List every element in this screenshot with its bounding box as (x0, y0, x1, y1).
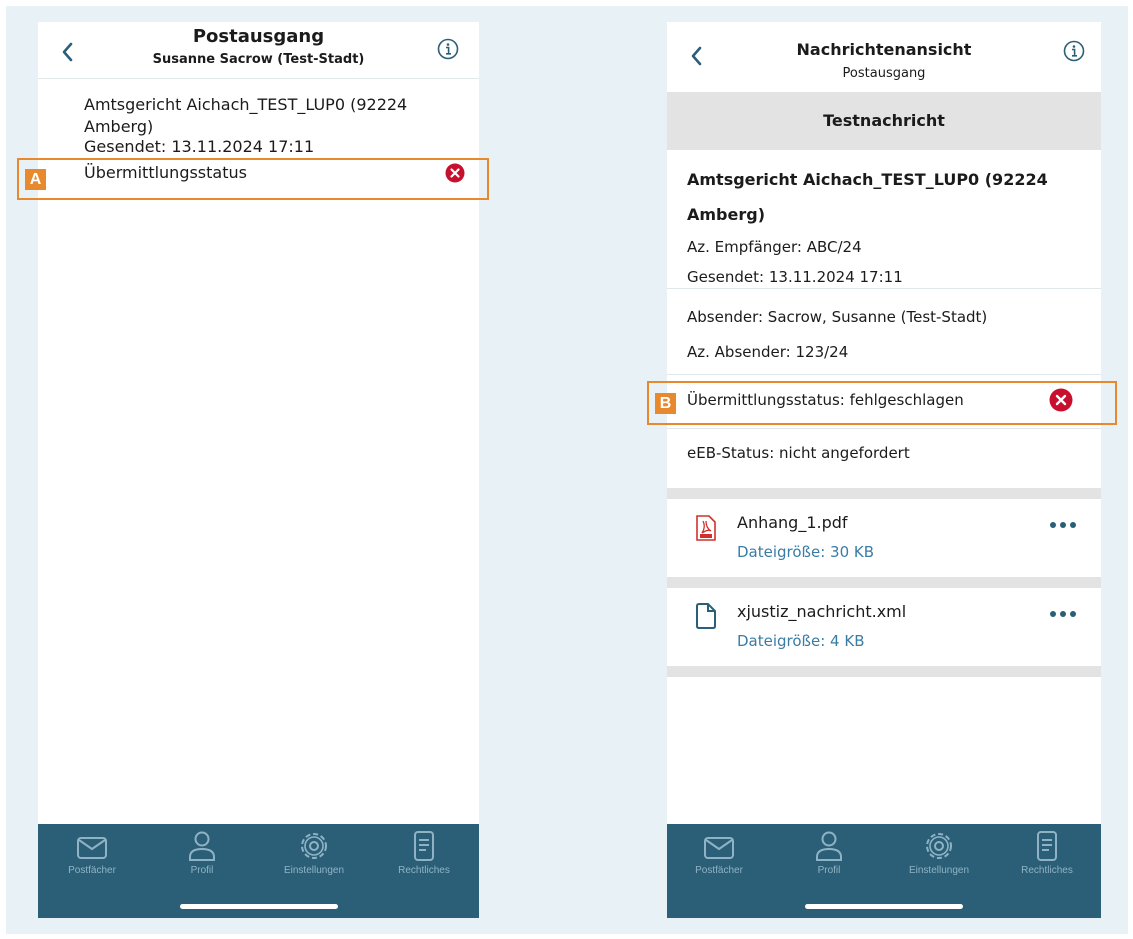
tab-label: Postfächer (68, 865, 116, 876)
section-spacer (667, 666, 1101, 677)
user-icon (816, 831, 842, 861)
section-spacer (667, 488, 1101, 499)
marker-badge-b: B (655, 393, 676, 414)
tab-postfaecher[interactable]: Postfächer (42, 830, 142, 876)
page-title: Postausgang (192, 26, 325, 47)
tab-einstellungen[interactable]: Einstellungen (889, 830, 989, 876)
section-divider (667, 374, 1101, 375)
document-icon (414, 831, 434, 861)
tab-label: Einstellungen (283, 865, 345, 876)
tab-rechtliches[interactable]: Rechtliches (997, 830, 1097, 876)
tab-label: Rechtliches (398, 865, 450, 876)
attachment-size: Dateigröße: 30 KB (737, 543, 875, 561)
marker-badge-a: A (25, 169, 46, 190)
message-subject: Testnachricht (823, 111, 945, 130)
section-divider (667, 428, 1101, 429)
sender-name: Absender: Sacrow, Susanne (Test-Stadt) (687, 308, 988, 326)
more-options-icon[interactable] (1049, 610, 1077, 618)
tab-rechtliches[interactable]: Rechtliches (374, 830, 474, 876)
tab-label: Postfächer (695, 865, 743, 876)
page-subtitle: Postausgang (842, 66, 926, 81)
file-icon (696, 603, 716, 629)
attachment-name: Anhang_1.pdf (737, 513, 848, 532)
message-recipient: Amtsgericht Aichach_TEST_LUP0 (92224 Amb… (84, 95, 408, 136)
user-icon (189, 831, 215, 861)
recipient-name: Amtsgericht Aichach_TEST_LUP0 (92224 Amb… (687, 170, 1048, 224)
eeb-status: eEB-Status: nicht angefordert (687, 444, 910, 462)
tab-label: Profil (190, 865, 214, 876)
postausgang-screen: Postausgang Susanne Sacrow (Test-Stadt) … (38, 22, 479, 918)
message-sent-date: Gesendet: 13.11.2024 17:11 (84, 137, 315, 156)
tab-profil[interactable]: Profil (152, 830, 252, 876)
section-divider (667, 288, 1101, 289)
page-title: Nachrichtenansicht (796, 40, 972, 59)
mail-icon (704, 837, 734, 859)
gear-icon (926, 833, 952, 859)
bottom-tab-bar: Postfächer Profil Einstellungen Rechtlic… (38, 824, 479, 918)
screen-header: Nachrichtenansicht Postausgang (667, 22, 1101, 92)
tab-postfaecher[interactable]: Postfächer (669, 830, 769, 876)
tab-profil[interactable]: Profil (779, 830, 879, 876)
page-subtitle: Susanne Sacrow (Test-Stadt) (152, 52, 365, 67)
home-indicator (179, 904, 338, 909)
more-options-icon[interactable] (1049, 521, 1077, 529)
tab-label: Einstellungen (908, 865, 970, 876)
screen-header: Postausgang Susanne Sacrow (Test-Stadt) (38, 22, 479, 92)
attachment-item[interactable]: xjustiz_nachricht.xml Dateigröße: 4 KB (667, 588, 1101, 666)
attachment-item[interactable]: Anhang_1.pdf Dateigröße: 30 KB (667, 499, 1101, 577)
info-icon[interactable] (1063, 40, 1085, 62)
header-divider (38, 78, 479, 79)
highlight-box-a (17, 158, 489, 200)
recipient-section: Amtsgericht Aichach_TEST_LUP0 (92224 Amb… (687, 162, 1077, 292)
tab-einstellungen[interactable]: Einstellungen (264, 830, 364, 876)
attachment-name: xjustiz_nachricht.xml (737, 602, 907, 621)
nachrichtenansicht-screen: Nachrichtenansicht Postausgang Testnachr… (667, 22, 1101, 918)
sender-reference: Az. Absender: 123/24 (687, 343, 849, 361)
home-indicator (805, 904, 963, 909)
highlight-box-b (647, 381, 1117, 425)
tab-label: Rechtliches (1021, 865, 1073, 876)
document-icon (1037, 831, 1057, 861)
sender-section: Absender: Sacrow, Susanne (Test-Stadt) A… (687, 300, 1087, 370)
attachment-size: Dateigröße: 4 KB (737, 632, 865, 650)
mail-icon (77, 837, 107, 859)
pdf-file-icon (696, 515, 716, 541)
subject-bar: Testnachricht (667, 92, 1101, 150)
message-list-item[interactable]: Amtsgericht Aichach_TEST_LUP0 (92224 Amb… (84, 94, 454, 156)
gear-icon (301, 833, 327, 859)
info-icon[interactable] (437, 38, 459, 60)
bottom-tab-bar: Postfächer Profil Einstellungen Rechtlic… (667, 824, 1101, 918)
recipient-reference: Az. Empfänger: ABC/24 (687, 238, 862, 256)
tab-label: Profil (817, 865, 841, 876)
section-spacer (667, 577, 1101, 588)
